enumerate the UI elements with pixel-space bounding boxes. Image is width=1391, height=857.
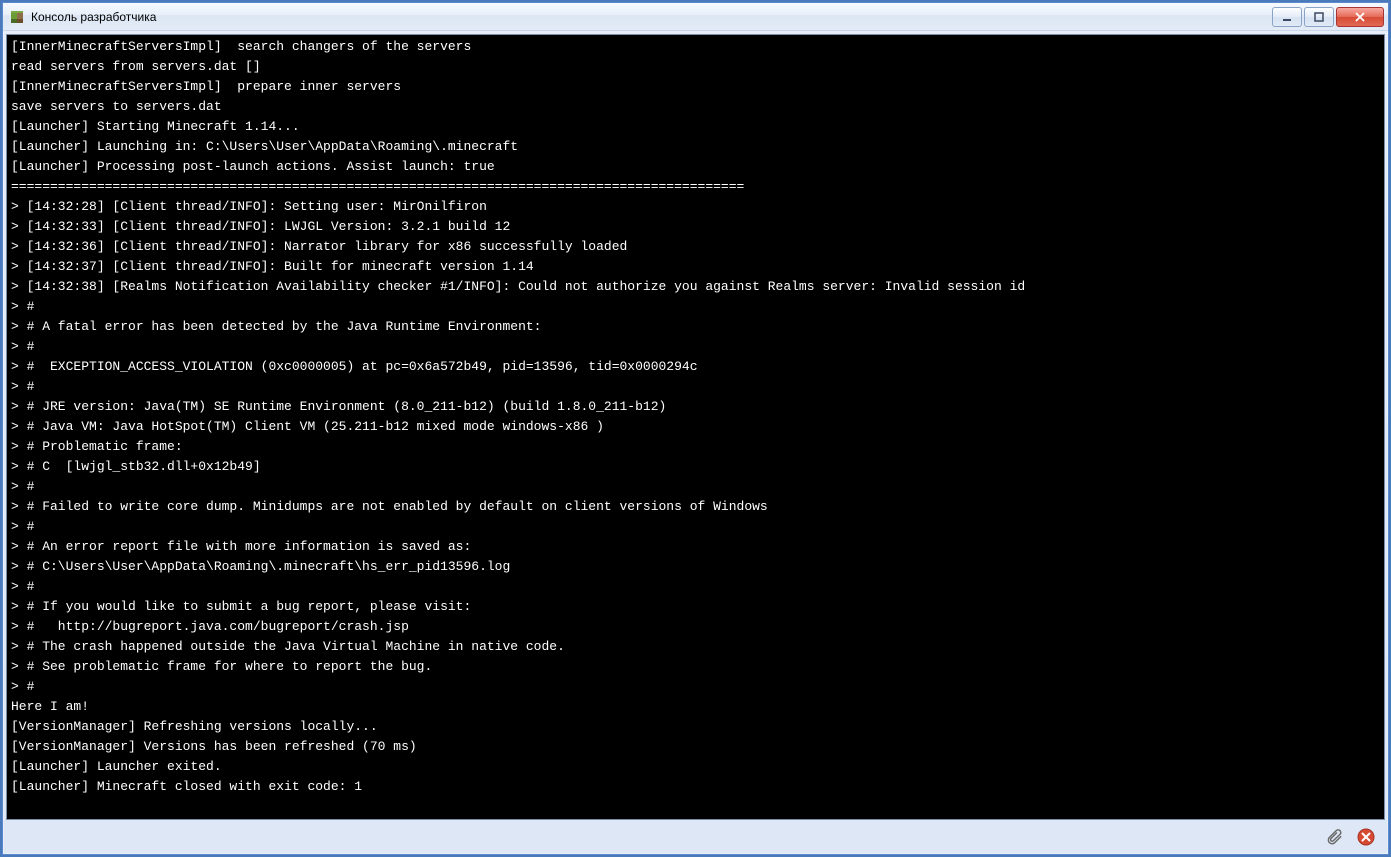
titlebar[interactable]: Консоль разработчика <box>3 3 1388 31</box>
console-output[interactable]: [InnerMinecraftServersImpl] search chang… <box>6 34 1385 820</box>
maximize-button[interactable] <box>1304 7 1334 27</box>
app-icon <box>9 9 25 25</box>
window-title: Консоль разработчика <box>31 10 156 24</box>
console-window: Консоль разработчика [InnerMinecraftServ… <box>2 2 1389 855</box>
window-controls <box>1272 7 1384 27</box>
close-circle-icon[interactable] <box>1357 828 1375 846</box>
paperclip-icon[interactable] <box>1325 828 1343 846</box>
close-button[interactable] <box>1336 7 1384 27</box>
statusbar <box>6 823 1385 851</box>
minimize-button[interactable] <box>1272 7 1302 27</box>
